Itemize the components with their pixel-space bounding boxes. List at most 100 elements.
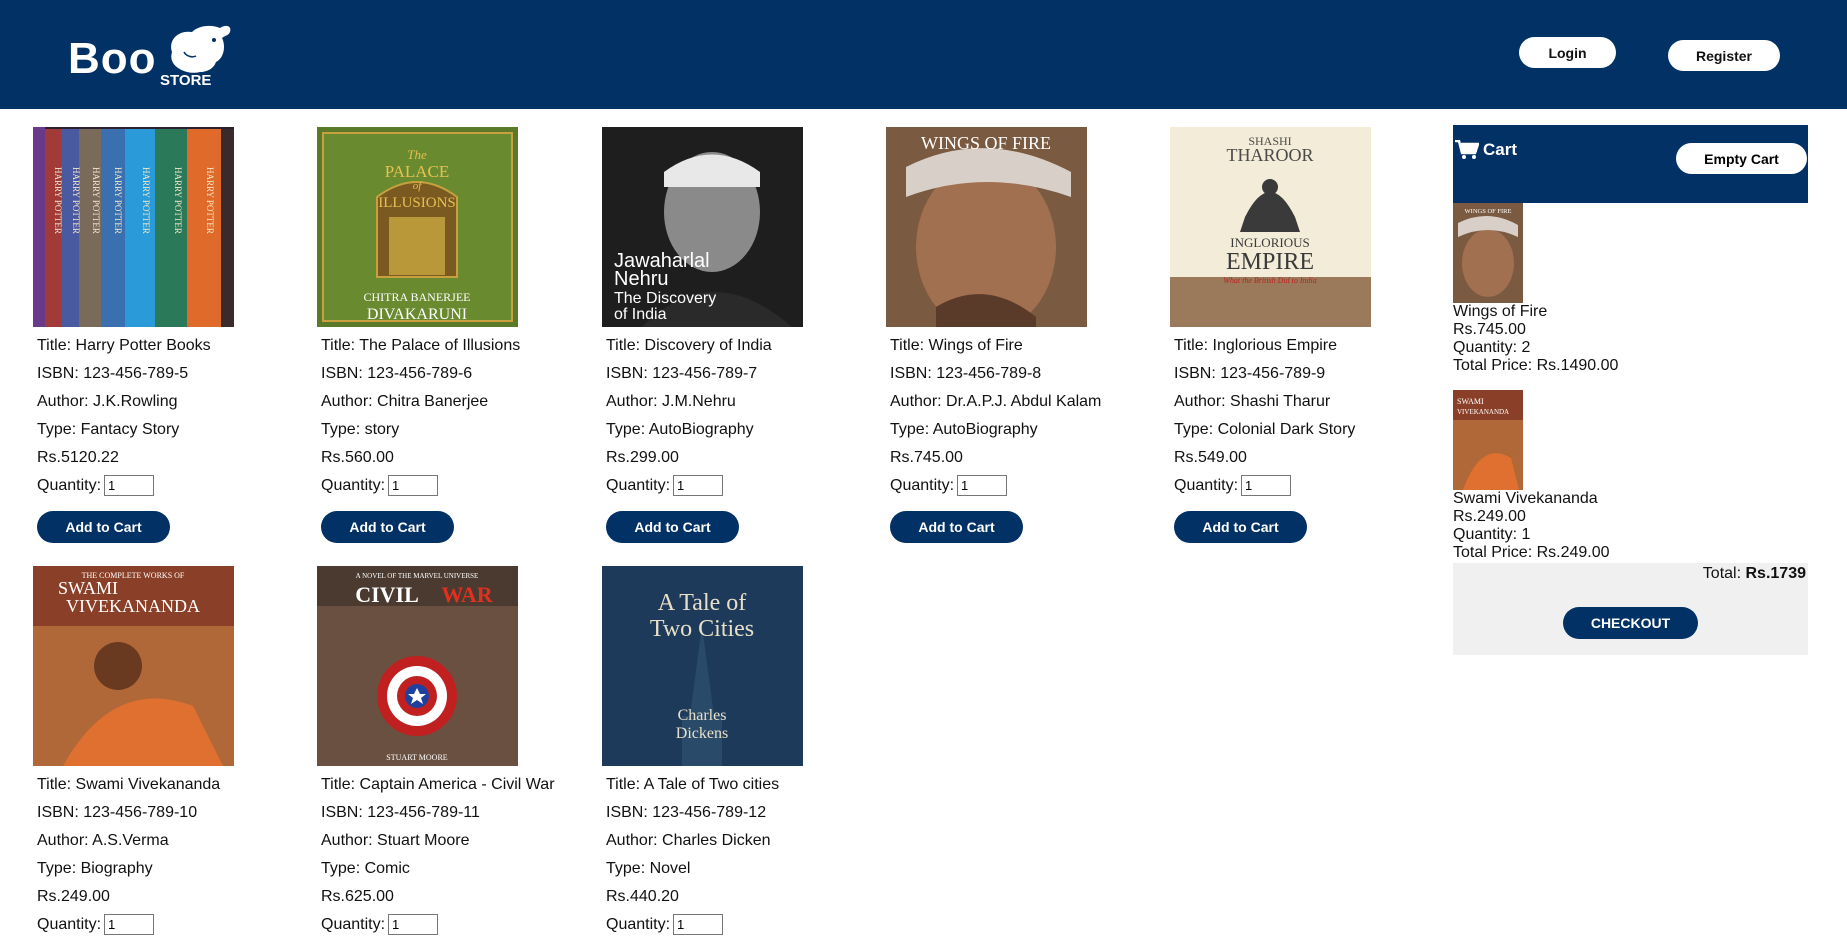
book-cover-image[interactable]: WINGS OF FIRE [886,127,1087,327]
book-type: Type: story [321,421,400,438]
svg-text:HARRY POTTER: HARRY POTTER [53,167,63,234]
add-to-cart-button[interactable]: Add to Cart [606,511,739,543]
book-info: Title: Captain America - Civil War ISBN:… [321,771,555,911]
quantity-input[interactable] [104,475,155,496]
cart-item-thumbnail: SWAMI VIVEKANANDA [1453,390,1523,490]
cart-footer: Total: Rs.1739 CHECKOUT [1453,563,1808,655]
quantity-input[interactable] [673,914,724,935]
svg-text:HARRY POTTER: HARRY POTTER [205,167,215,234]
quantity-label: Quantity: [890,476,955,494]
book-cover-image[interactable]: SHASHI THAROOR INGLORIOUS EMPIRE What th… [1170,127,1371,327]
svg-text:The: The [407,147,427,162]
shopping-cart-icon [1455,140,1479,159]
cart-item-quantity: Quantity: 2 [1453,339,1531,356]
book-author: Author: Dr.A.P.J. Abdul Kalam [890,393,1102,410]
book-isbn: ISBN: 123-456-789-10 [37,804,198,821]
svg-text:THAROOR: THAROOR [1226,145,1313,165]
quantity-input[interactable] [673,475,724,496]
cart-item-total: Total Price: Rs.1490.00 [1453,357,1619,374]
book-author: Author: Stuart Moore [321,832,470,849]
cart-header: Cart Empty Cart [1453,125,1808,203]
book-cover-image[interactable]: A NOVEL OF THE MARVEL UNIVERSE CIVIL WAR… [317,566,518,766]
login-button[interactable]: Login [1519,37,1616,68]
cart-title-label: Cart [1483,140,1518,159]
book-isbn: ISBN: 123-456-789-7 [606,365,758,382]
add-to-cart-button[interactable]: Add to Cart [37,511,170,543]
site-logo[interactable]: Boo STORE [68,22,238,92]
svg-text:HARRY POTTER: HARRY POTTER [71,167,81,234]
quantity-label: Quantity: [37,915,102,933]
book-cover-image[interactable]: THE COMPLETE WORKS OF SWAMI VIVEKANANDA [33,566,234,766]
book-info: Title: Discovery of India ISBN: 123-456-… [606,332,772,472]
book-price: Rs.549.00 [1174,449,1247,466]
svg-text:STUART MOORE: STUART MOORE [386,753,447,762]
svg-text:WAR: WAR [441,582,493,607]
svg-text:What the British Did to India: What the British Did to India [1223,276,1317,285]
cart-total: Total: Rs.1739 [1703,565,1806,583]
add-to-cart-button[interactable]: Add to Cart [321,511,454,543]
book-cover-image[interactable]: Jawaharlal Nehru The Discovery of India [602,127,803,327]
quantity-input[interactable] [1241,475,1292,496]
svg-text:INGLORIOUS: INGLORIOUS [1230,235,1309,250]
book-price: Rs.249.00 [37,888,110,905]
book-title: Title: Inglorious Empire [1174,337,1338,354]
book-author: Author: Chitra Banerjee [321,393,489,410]
quantity-input[interactable] [957,475,1008,496]
book-price: Rs.625.00 [321,888,394,905]
svg-text:CIVIL: CIVIL [355,582,419,607]
cart-item-total: Total Price: Rs.249.00 [1453,544,1610,561]
svg-text:Two Cities: Two Cities [650,616,754,642]
svg-text:SWAMI: SWAMI [1457,397,1484,406]
book-isbn: ISBN: 123-456-789-11 [321,804,480,821]
quantity-row: Quantity: [321,914,439,935]
svg-text:WINGS OF FIRE: WINGS OF FIRE [921,133,1051,153]
book-cover-image[interactable]: The PALACE of ILLUSIONS CHITRA BANERJEE … [317,127,518,327]
book-isbn: ISBN: 123-456-789-9 [1174,365,1326,382]
quantity-row: Quantity: [1174,475,1292,496]
book-info: Title: Swami Vivekananda ISBN: 123-456-7… [37,771,220,911]
book-info: Title: Inglorious Empire ISBN: 123-456-7… [1174,332,1355,472]
add-to-cart-button[interactable]: Add to Cart [1174,511,1307,543]
book-cover-image[interactable]: A Tale of Two Cities Charles Dickens [602,566,803,766]
book-isbn: ISBN: 123-456-789-12 [606,804,767,821]
book-author: Author: J.M.Nehru [606,393,736,410]
book-price: Rs.440.20 [606,888,679,905]
quantity-input[interactable] [388,475,439,496]
svg-text:PALACE: PALACE [385,162,450,181]
quantity-label: Quantity: [321,476,386,494]
svg-text:VIVEKANANDA: VIVEKANANDA [66,596,200,616]
book-title: Title: The Palace of Illusions [321,337,521,354]
book-type: Type: Colonial Dark Story [1174,421,1356,438]
cart-item-thumbnail: WINGS OF FIRE [1453,203,1523,303]
book-title: Title: Swami Vivekananda [37,776,221,793]
book-isbn: ISBN: 123-456-789-8 [890,365,1042,382]
quantity-row: Quantity: [321,475,439,496]
quantity-label: Quantity: [1174,476,1239,494]
quantity-input[interactable] [104,914,155,935]
checkout-button[interactable]: CHECKOUT [1563,607,1698,639]
book-title: Title: A Tale of Two cities [606,776,780,793]
add-to-cart-button[interactable]: Add to Cart [890,511,1023,543]
quantity-label: Quantity: [606,915,671,933]
quantity-row: Quantity: [606,914,724,935]
book-info: Title: A Tale of Two cities ISBN: 123-45… [606,771,779,911]
quantity-label: Quantity: [37,476,102,494]
logo-text: Boo [68,34,157,83]
book-price: Rs.745.00 [890,449,963,466]
book-cover-image[interactable]: HARRY POTTER HARRY POTTER HARRY POTTER H… [33,127,234,327]
register-button[interactable]: Register [1668,40,1780,71]
svg-text:VIVEKANANDA: VIVEKANANDA [1457,408,1509,416]
empty-cart-button[interactable]: Empty Cart [1676,143,1807,174]
book-info: Title: Harry Potter Books ISBN: 123-456-… [37,332,211,472]
book-price: Rs.5120.22 [37,449,119,466]
cart-item-price: Rs.249.00 [1453,508,1526,525]
quantity-input[interactable] [388,914,439,935]
quantity-row: Quantity: [890,475,1008,496]
book-info: Title: The Palace of Illusions ISBN: 123… [321,332,520,472]
cart-title: Cart [1455,140,1517,160]
book-title: Title: Captain America - Civil War [321,776,555,793]
svg-text:CHITRA BANERJEE: CHITRA BANERJEE [363,290,470,304]
book-author: Author: J.K.Rowling [37,393,178,410]
svg-text:A NOVEL OF THE MARVEL UNIVERSE: A NOVEL OF THE MARVEL UNIVERSE [356,572,479,580]
svg-text:EMPIRE: EMPIRE [1226,249,1314,275]
